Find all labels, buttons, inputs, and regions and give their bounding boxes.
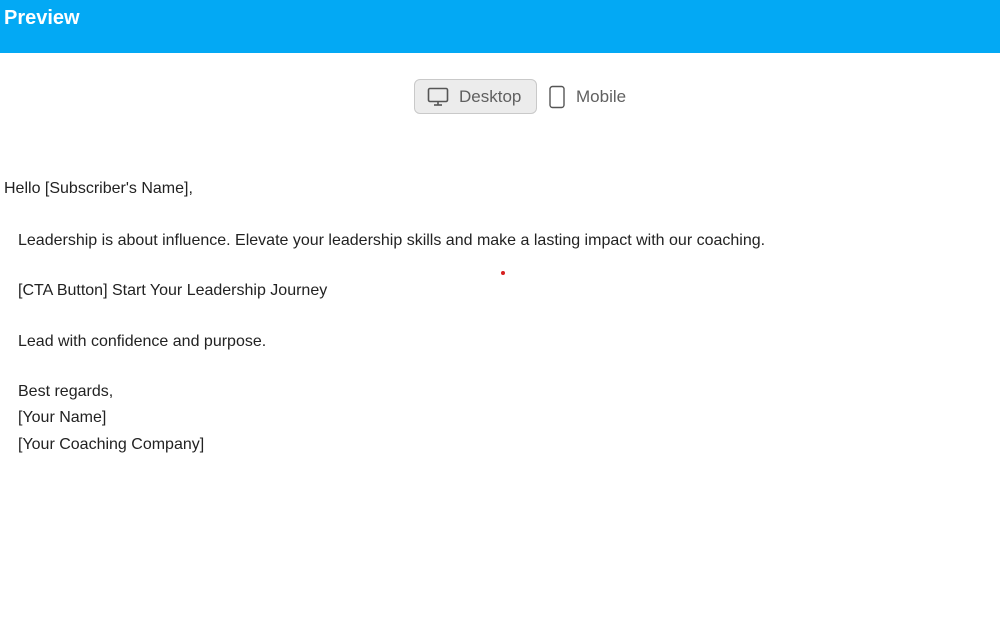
monitor-icon (427, 87, 449, 107)
desktop-view-button[interactable]: Desktop (414, 79, 537, 114)
email-body: Leadership is about influence. Elevate y… (18, 232, 766, 249)
email-greeting: Hello [Subscriber's Name], (4, 180, 193, 197)
mobile-view-button[interactable]: Mobile (548, 79, 638, 114)
preview-header: Preview (0, 0, 1000, 53)
view-toggle: Desktop Mobile (0, 79, 1000, 116)
email-sender-company: [Your Coaching Company] (18, 436, 205, 453)
desktop-view-label: Desktop (459, 86, 522, 106)
marker-dot (501, 271, 505, 275)
email-closing-line: Lead with confidence and purpose. (18, 333, 267, 350)
email-signoff: Best regards, (18, 383, 114, 400)
mobile-view-label: Mobile (576, 86, 627, 106)
email-sender-name: [Your Name] (18, 409, 107, 426)
phone-icon (548, 85, 566, 109)
email-cta: [CTA Button] Start Your Leadership Journ… (18, 282, 328, 299)
page-title: Preview (4, 7, 80, 29)
